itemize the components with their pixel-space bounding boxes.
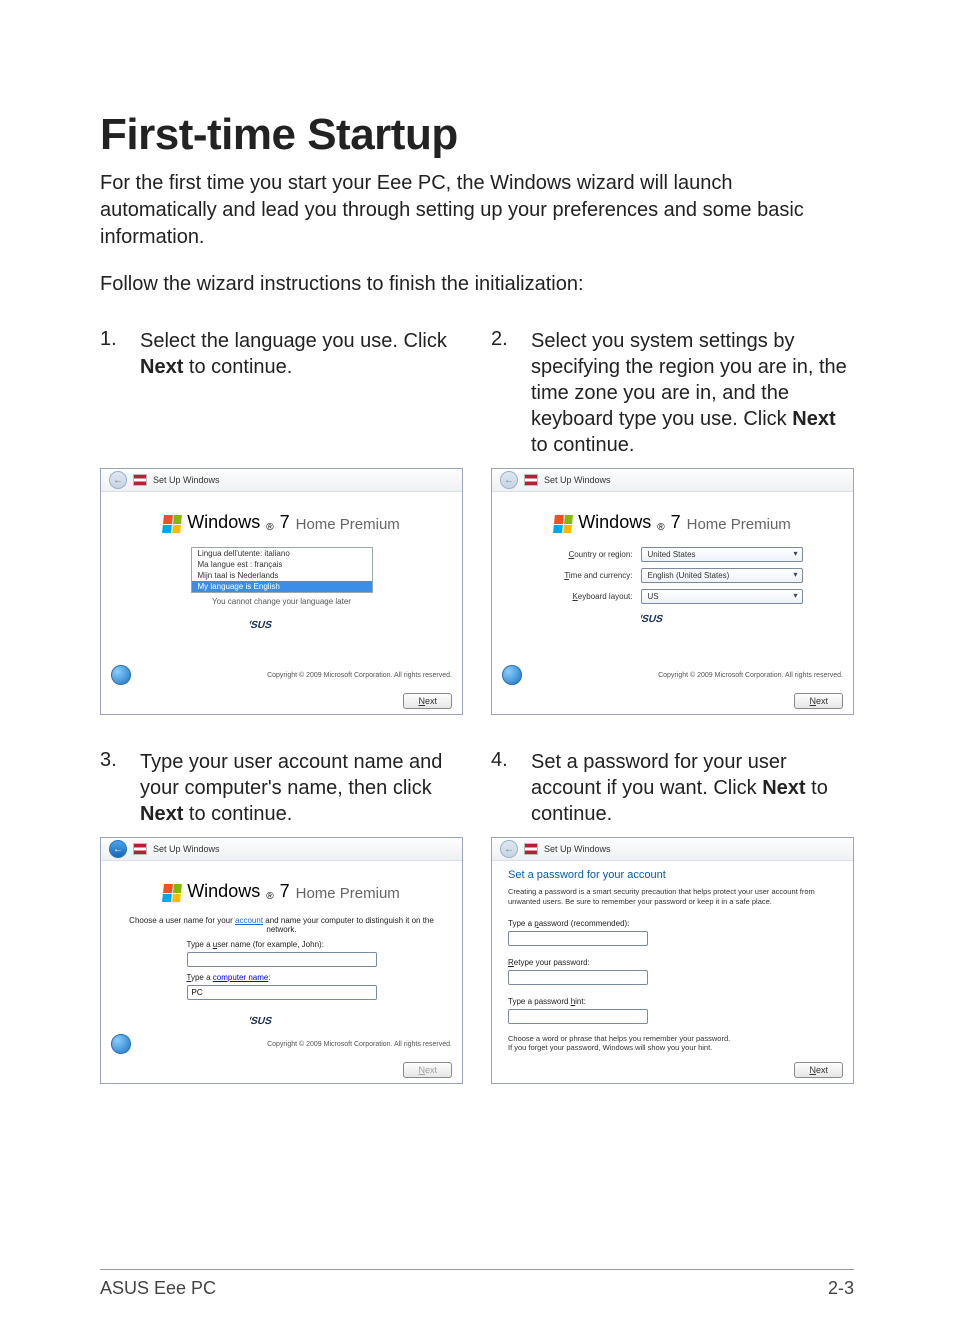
region-select[interactable]: United States <box>641 547 803 562</box>
flag-icon <box>524 473 538 487</box>
ease-of-access-icon[interactable] <box>502 665 522 685</box>
retype-password-input[interactable] <box>508 970 648 985</box>
step-2: 2. Select you system settings by specify… <box>491 328 854 458</box>
list-item-selected[interactable]: My language is English <box>192 581 372 592</box>
svg-text:/SUS: /SUS <box>641 614 664 625</box>
windows-logo: Windows® 7 Home Premium <box>111 512 452 533</box>
copyright-text: Copyright © 2009 Microsoft Corporation. … <box>131 672 452 679</box>
flag-icon <box>133 473 147 487</box>
time-currency-label: Time and currency: <box>543 571 633 580</box>
keyboard-label: Keyboard layout: <box>543 592 633 601</box>
screenshot-set-password: ← Set Up Windows Set a password for your… <box>491 837 854 1084</box>
windows-logo: Windows® 7 Home Premium <box>111 881 452 902</box>
footer-page-number: 2-3 <box>828 1278 854 1299</box>
asus-logo: /SUS <box>111 616 452 637</box>
step-1: 1. Select the language you use. Click Ne… <box>100 328 463 458</box>
page-footer: ASUS Eee PC 2-3 <box>100 1269 854 1299</box>
windows-flag-icon <box>162 515 182 533</box>
next-button[interactable]: Next <box>794 1062 843 1078</box>
account-link[interactable]: account <box>235 916 263 925</box>
computer-name-input[interactable] <box>187 985 377 1000</box>
asus-logo: /SUS <box>111 1012 452 1033</box>
step-text: Type your user account name and your com… <box>140 749 463 827</box>
region-label: Country or region: <box>543 550 633 559</box>
screenshot-language-select: ← Set Up Windows Windows® 7 Home Premium… <box>100 468 463 715</box>
next-button[interactable]: Next <box>794 693 843 709</box>
language-listbox[interactable]: Lingua dell'utente: italiano Ma langue e… <box>191 547 373 593</box>
step-number: 4. <box>491 749 509 827</box>
back-icon[interactable]: ← <box>109 471 127 489</box>
windows-logo: Windows® 7 Home Premium <box>502 512 843 533</box>
window-titlebar: ← Set Up Windows <box>101 469 462 492</box>
password-input[interactable] <box>508 931 648 946</box>
flag-icon <box>133 842 147 856</box>
window-title: Set Up Windows <box>544 844 611 854</box>
step-number: 2. <box>491 328 509 458</box>
window-title: Set Up Windows <box>153 844 220 854</box>
windows-flag-icon <box>553 515 573 533</box>
svg-text:/SUS: /SUS <box>250 620 273 631</box>
svg-text:/SUS: /SUS <box>250 1016 273 1027</box>
next-button[interactable]: Next <box>403 1062 452 1078</box>
asus-logo: /SUS <box>502 610 843 631</box>
copyright-text: Copyright © 2009 Microsoft Corporation. … <box>131 1041 452 1048</box>
password-label: Type a password (recommended): <box>508 919 837 928</box>
step-text: Select you system settings by specifying… <box>531 328 854 458</box>
password-hint-label: Type a password hint: <box>508 997 837 1006</box>
password-hint-note: Choose a word or phrase that helps you r… <box>502 1030 843 1054</box>
list-item[interactable]: Lingua dell'utente: italiano <box>192 548 372 559</box>
password-heading: Set a password for your account <box>508 869 843 881</box>
next-button[interactable]: Next <box>403 693 452 709</box>
back-icon[interactable]: ← <box>109 840 127 858</box>
window-title: Set Up Windows <box>153 475 220 485</box>
window-titlebar: ← Set Up Windows <box>492 469 853 492</box>
page-title: First-time Startup <box>100 110 854 160</box>
ease-of-access-icon[interactable] <box>111 665 131 685</box>
instruction-paragraph: Follow the wizard instructions to finish… <box>100 271 854 298</box>
intro-paragraph: For the first time you start your Eee PC… <box>100 170 854 251</box>
screenshot-user-account: ← Set Up Windows Windows® 7 Home Premium… <box>100 837 463 1084</box>
window-titlebar: ← Set Up Windows <box>101 838 462 861</box>
step-3: 3. Type your user account name and your … <box>100 749 463 827</box>
step-number: 3. <box>100 749 118 827</box>
back-icon[interactable]: ← <box>500 471 518 489</box>
time-currency-select[interactable]: English (United States) <box>641 568 803 583</box>
username-input[interactable] <box>187 952 377 967</box>
window-title: Set Up Windows <box>544 475 611 485</box>
computer-name-label: Type a computer name: <box>187 973 377 982</box>
password-description: Creating a password is a smart security … <box>502 887 843 913</box>
list-item[interactable]: Ma langue est : français <box>192 559 372 570</box>
ease-of-access-icon[interactable] <box>111 1034 131 1054</box>
password-hint-input[interactable] <box>508 1009 648 1024</box>
account-instruction: Choose a user name for your account and … <box>111 916 452 934</box>
step-4: 4. Set a password for your user account … <box>491 749 854 827</box>
computer-name-link[interactable]: computer name <box>213 973 269 982</box>
windows-flag-icon <box>162 884 182 902</box>
screenshot-region-settings: ← Set Up Windows Windows® 7 Home Premium… <box>491 468 854 715</box>
keyboard-select[interactable]: US <box>641 589 803 604</box>
step-text: Set a password for your user account if … <box>531 749 854 827</box>
language-note: You cannot change your language later <box>111 597 452 606</box>
step-text: Select the language you use. Click Next … <box>140 328 463 458</box>
window-titlebar: ← Set Up Windows <box>492 838 853 861</box>
footer-product-name: ASUS Eee PC <box>100 1278 216 1299</box>
copyright-text: Copyright © 2009 Microsoft Corporation. … <box>522 672 843 679</box>
step-number: 1. <box>100 328 118 458</box>
username-label: Type a user name (for example, John): <box>187 940 377 949</box>
list-item[interactable]: Mijn taal is Nederlands <box>192 570 372 581</box>
flag-icon <box>524 842 538 856</box>
retype-password-label: Retype your password: <box>508 958 837 967</box>
back-icon[interactable]: ← <box>500 840 518 858</box>
